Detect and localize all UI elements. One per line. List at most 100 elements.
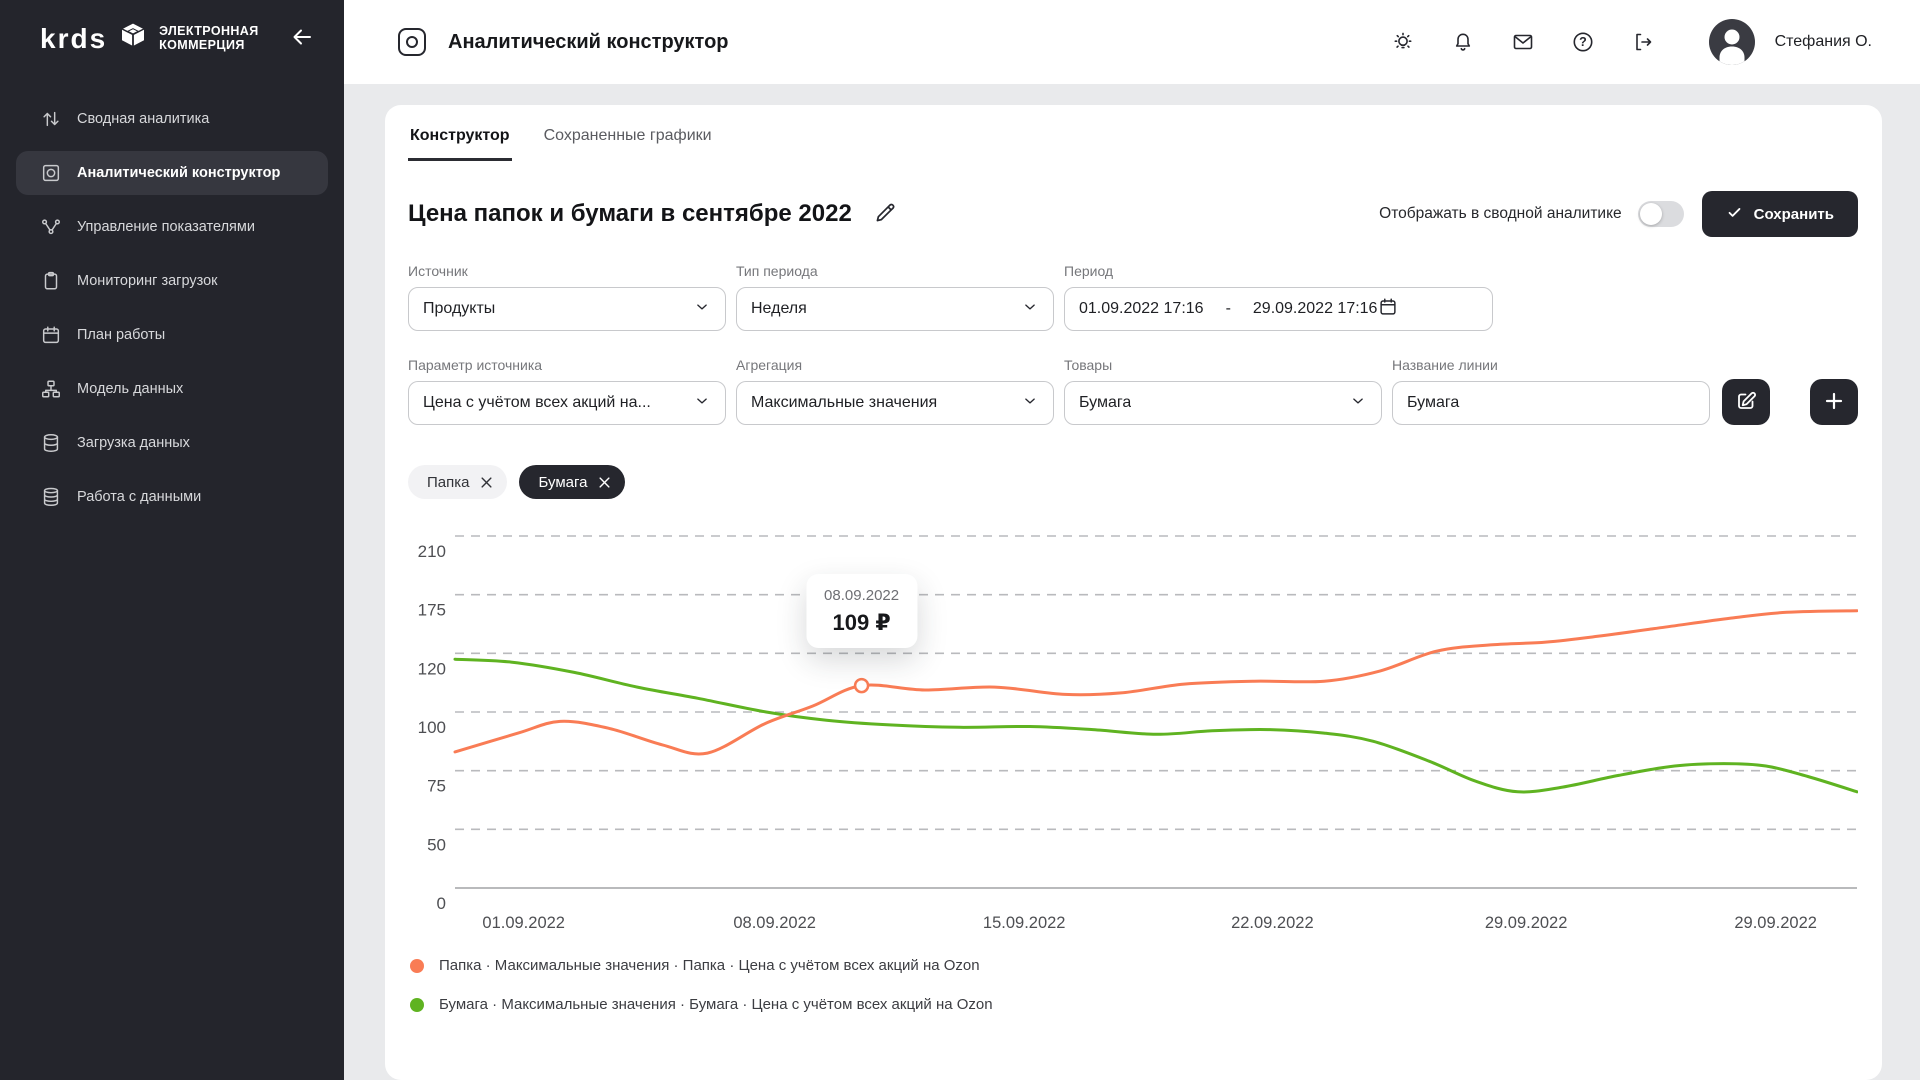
line-chart[interactable]: 2101751201007550001.09.202208.09.202215.… [408, 523, 1858, 943]
svg-text:75: 75 [427, 777, 446, 796]
sidebar-item-data-upload[interactable]: Загрузка данных [16, 421, 328, 465]
topbar-title-group: Аналитический конструктор [398, 28, 729, 56]
period-range-input[interactable]: 01.09.2022 17:16 - 29.09.2022 17:16 [1064, 287, 1493, 331]
period-type-select[interactable]: Неделя [736, 287, 1054, 331]
edit-square-icon [1734, 389, 1758, 416]
line-name-input[interactable] [1392, 381, 1710, 425]
svg-text:29.09.2022: 29.09.2022 [1734, 914, 1817, 932]
edit-line-button[interactable] [1722, 379, 1770, 425]
svg-text:15.09.2022: 15.09.2022 [983, 914, 1066, 932]
logo-wordmark: krds [40, 25, 107, 53]
period-type-field: Тип периода Неделя [736, 263, 1054, 331]
constructor-icon [40, 162, 62, 184]
sidebar-item-label: Модель данных [77, 381, 183, 397]
user-name: Стефания О. [1775, 33, 1872, 51]
calendar-icon [1377, 296, 1399, 323]
plus-icon [1822, 389, 1846, 416]
cube-logo-icon [117, 20, 149, 57]
goods-select[interactable]: Бумага [1064, 381, 1382, 425]
chevron-down-icon [1349, 392, 1367, 415]
source-select[interactable]: Продукты [408, 287, 726, 331]
svg-text:?: ? [1579, 35, 1587, 49]
constructor-icon [398, 28, 426, 56]
sidebar-item-label: Управление показателями [77, 219, 255, 235]
sidebar-item-analytics-constructor[interactable]: Аналитический конструктор [16, 151, 328, 195]
source-field: Источник Продукты [408, 263, 726, 331]
chevron-down-icon [1021, 298, 1039, 321]
database-stack-icon [40, 486, 62, 508]
app-root: krds ЭЛЕКТРОННАЯ КОММЕРЦИЯ Сводная анали… [0, 0, 1920, 1080]
legend-item: Бумага · Максимальные значения · Бумага … [410, 996, 1858, 1013]
sidebar: krds ЭЛЕКТРОННАЯ КОММЕРЦИЯ Сводная анали… [0, 0, 344, 1080]
page-title: Аналитический конструктор [448, 31, 729, 54]
sidebar-item-data-model[interactable]: Модель данных [16, 367, 328, 411]
display-toggle-label: Отображать в сводной аналитике [1379, 205, 1622, 223]
edit-title-button[interactable] [870, 198, 900, 231]
filter-chip[interactable]: Папка [408, 465, 507, 499]
sidebar-item-metrics-management[interactable]: Управление показателями [16, 205, 328, 249]
save-button[interactable]: Сохранить [1702, 191, 1858, 237]
legend-dot [410, 998, 424, 1012]
sidebar-item-upload-monitoring[interactable]: Мониторинг загрузок [16, 259, 328, 303]
sidebar-item-work-plan[interactable]: План работы [16, 313, 328, 357]
clipboard-icon [40, 270, 62, 292]
svg-text:175: 175 [418, 601, 446, 620]
mail-icon [1511, 30, 1535, 54]
legend-label: Бумага · Максимальные значения · Бумага … [439, 996, 993, 1013]
sidebar-menu: Сводная аналитика Аналитический конструк… [0, 71, 344, 529]
chip-label: Папка [427, 474, 469, 491]
sidebar-logo-row: krds ЭЛЕКТРОННАЯ КОММЕРЦИЯ [0, 0, 344, 71]
title-actions: Отображать в сводной аналитике Сохранить [1379, 191, 1858, 237]
svg-text:50: 50 [427, 835, 446, 854]
tab-constructor[interactable]: Конструктор [408, 119, 512, 161]
pencil-icon [872, 200, 898, 229]
help-icon: ? [1571, 30, 1595, 54]
aggregation-select[interactable]: Максимальные значения [736, 381, 1054, 425]
legend-dot [410, 959, 424, 973]
svg-text:29.09.2022: 29.09.2022 [1485, 914, 1568, 932]
help-button[interactable]: ? [1569, 28, 1597, 56]
add-line-button[interactable] [1810, 379, 1858, 425]
logout-button[interactable] [1629, 28, 1657, 56]
legend-item: Папка · Максимальные значения · Папка · … [410, 957, 1858, 974]
chip-remove-icon[interactable] [597, 475, 612, 490]
sidebar-item-summary-analytics[interactable]: Сводная аналитика [16, 97, 328, 141]
idea-icon [1391, 30, 1415, 54]
sidebar-item-label: Сводная аналитика [77, 111, 209, 127]
form-row-2: Параметр источника Цена с учётом всех ак… [408, 357, 1858, 425]
aggregation-field: Агрегация Максимальные значения [736, 357, 1054, 425]
sidebar-collapse-button[interactable] [286, 21, 318, 56]
tooltip-date: 08.09.2022 [824, 587, 899, 604]
notifications-button[interactable] [1449, 28, 1477, 56]
sidebar-item-label: Мониторинг загрузок [77, 273, 218, 289]
chip-remove-icon[interactable] [479, 475, 494, 490]
org-chart-icon [40, 378, 62, 400]
tab-saved-charts[interactable]: Сохраненные графики [542, 119, 714, 161]
logo: krds ЭЛЕКТРОННАЯ КОММЕРЦИЯ [40, 20, 259, 57]
chart-area: 2101751201007550001.09.202208.09.202215.… [408, 523, 1858, 943]
logo-caption: ЭЛЕКТРОННАЯ КОММЕРЦИЯ [159, 25, 258, 52]
notifications-icon [1451, 30, 1475, 54]
topbar: Аналитический конструктор ? Стефания О. [344, 0, 1920, 84]
logout-icon [1631, 30, 1655, 54]
svg-text:01.09.2022: 01.09.2022 [482, 914, 565, 932]
filter-chip[interactable]: Бумага [519, 465, 625, 499]
period-field: Период 01.09.2022 17:16 - 29.09.2022 17:… [1064, 263, 1493, 331]
sidebar-item-data-work[interactable]: Работа с данными [16, 475, 328, 519]
user-menu[interactable]: Стефания О. [1709, 19, 1872, 65]
source-param-field: Параметр источника Цена с учётом всех ак… [408, 357, 726, 425]
chevron-down-icon [693, 392, 711, 415]
chevron-down-icon [1021, 392, 1039, 415]
display-toggle[interactable] [1638, 201, 1684, 227]
svg-text:22.09.2022: 22.09.2022 [1231, 914, 1314, 932]
svg-text:120: 120 [418, 659, 446, 678]
tooltip-value: 109 ₽ [824, 610, 899, 636]
chart-title-row: Цена папок и бумаги в сентябре 2022 Отоб… [408, 191, 1858, 237]
sidebar-item-label: Загрузка данных [77, 435, 190, 451]
mail-button[interactable] [1509, 28, 1537, 56]
idea-button[interactable] [1389, 28, 1417, 56]
source-param-select[interactable]: Цена с учётом всех акций на... [408, 381, 726, 425]
check-icon [1726, 204, 1743, 225]
chevron-down-icon [693, 298, 711, 321]
chart-title: Цена папок и бумаги в сентябре 2022 [408, 200, 852, 228]
